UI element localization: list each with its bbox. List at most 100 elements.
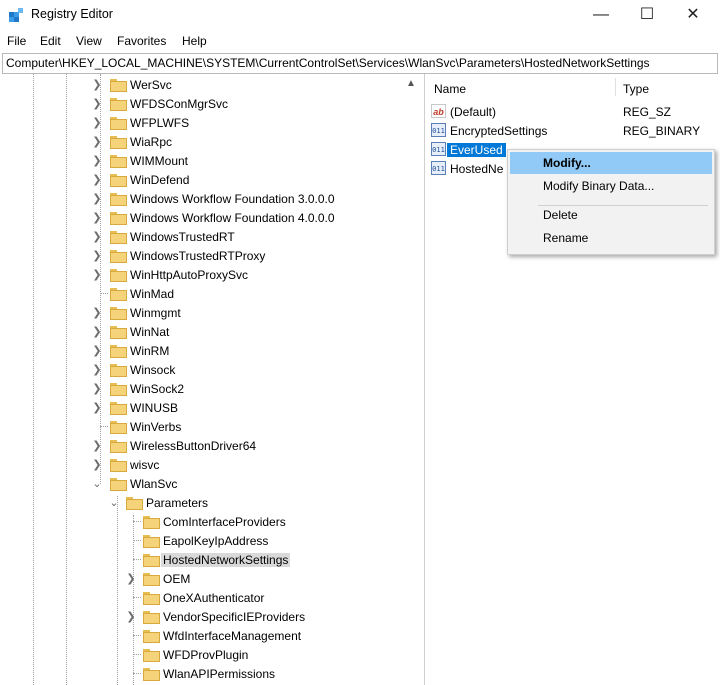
tree-node-label: WindowsTrustedRTProxy [130,249,266,263]
column-divider[interactable] [615,78,616,96]
menu-favorites[interactable]: Favorites [117,34,166,48]
chevron-right-icon[interactable]: ❯ [91,364,103,376]
tree-node[interactable]: ❯ WinNat [0,323,400,342]
chevron-right-icon[interactable]: ❯ [91,136,103,148]
tree-node[interactable]: ❯ Windows Workflow Foundation 4.0.0.0 [0,209,400,228]
tree-node[interactable]: ❯ Winsock [0,361,400,380]
chevron-right-icon[interactable]: ❯ [91,269,103,281]
chevron-right-icon[interactable]: ❯ [91,212,103,224]
value-row[interactable]: ab (Default) REG_SZ [431,103,716,121]
chevron-right-icon[interactable]: ❯ [125,573,137,585]
tree-node[interactable]: ComInterfaceProviders [0,513,400,532]
tree-node-selected[interactable]: HostedNetworkSettings [0,551,400,570]
tree-node[interactable]: ❯ OEM [0,570,400,589]
tree-node[interactable]: OneXAuthenticator [0,589,400,608]
chevron-right-icon[interactable]: ❯ [91,326,103,338]
folder-icon [110,212,127,225]
tree-node[interactable]: ❯ wisvc [0,456,400,475]
column-header-name[interactable]: Name [434,82,466,96]
tree-node[interactable]: WlanAPIPermissions [0,665,400,684]
folder-icon [110,117,127,130]
tree-node[interactable]: ❯ WFPLWFS [0,114,400,133]
tree-node-label: Windows Workflow Foundation 4.0.0.0 [130,211,335,225]
window-title: Registry Editor [31,7,113,21]
context-menu-modify[interactable]: Modify... [510,152,712,174]
tree-node[interactable]: ⌄ WlanSvc [0,475,400,494]
column-header-type[interactable]: Type [623,82,649,96]
menu-view[interactable]: View [76,34,102,48]
folder-icon [110,155,127,168]
address-bar[interactable]: Computer\HKEY_LOCAL_MACHINE\SYSTEM\Curre… [2,53,718,74]
value-row[interactable]: 011 EncryptedSettings REG_BINARY [431,122,716,140]
chevron-right-icon[interactable]: ❯ [125,611,137,623]
tree-node[interactable]: ❯ WindowsTrustedRTProxy [0,247,400,266]
tree-node-label: WerSvc [130,78,172,92]
tree-node-label: WinNat [130,325,170,339]
chevron-right-icon[interactable]: ❯ [91,459,103,471]
tree-node[interactable]: ❯ WinSock2 [0,380,400,399]
tree-node[interactable]: ❯ WerSvc [0,76,400,95]
tree-node[interactable]: ❯ WFDSConMgrSvc [0,95,400,114]
context-menu-modify-binary[interactable]: Modify Binary Data... [510,175,712,197]
context-menu-rename[interactable]: Rename [510,227,712,249]
chevron-right-icon[interactable]: ❯ [91,98,103,110]
tree-node[interactable]: WFDProvPlugin [0,646,400,665]
tree-node[interactable]: ❯ VendorSpecificIEProviders [0,608,400,627]
tree-node-label: WFDProvPlugin [163,648,249,662]
folder-icon [110,459,127,472]
chevron-right-icon[interactable]: ❯ [91,231,103,243]
tree-node[interactable]: ❯ WINUSB [0,399,400,418]
close-button[interactable]: ✕ [670,0,716,30]
tree-node[interactable]: ❯ WiaRpc [0,133,400,152]
chevron-right-icon[interactable]: ❯ [91,440,103,452]
chevron-right-icon[interactable]: ❯ [91,117,103,129]
chevron-down-icon[interactable]: ⌄ [108,497,120,509]
tree-node-label: WiaRpc [130,135,173,149]
key-tree: ❯ WerSvc ❯ WFDSConMgrSvc ❯ WFPLWFS ❯ WiaRpc … [0,74,425,685]
string-value-icon: ab [431,104,446,118]
tree-node-label: WlanSvc [130,477,178,491]
tree-node-label: OEM [163,572,191,586]
chevron-right-icon[interactable]: ❯ [91,155,103,167]
tree-node[interactable]: WinMad [0,285,400,304]
tree-node[interactable]: ❯ WinDefend [0,171,400,190]
chevron-right-icon[interactable]: ❯ [91,250,103,262]
folder-icon [110,307,127,320]
minimize-button[interactable]: — [578,0,624,30]
tree-node[interactable]: ❯ WinRM [0,342,400,361]
maximize-button[interactable]: ☐ [624,0,670,30]
tree-node[interactable]: ❯ Winmgmt [0,304,400,323]
tree-node-label: OneXAuthenticator [163,591,265,605]
menu-file[interactable]: File [7,34,26,48]
chevron-right-icon[interactable]: ❯ [91,345,103,357]
chevron-right-icon[interactable]: ❯ [91,383,103,395]
tree-node-label: Parameters [146,496,209,510]
tree-node[interactable]: EapolKeyIpAddress [0,532,400,551]
title-bar: Registry Editor — ☐ ✕ [0,0,720,30]
menu-help[interactable]: Help [182,34,207,48]
tree-node[interactable]: WfdInterfaceManagement [0,627,400,646]
chevron-right-icon[interactable]: ❯ [91,307,103,319]
chevron-right-icon[interactable]: ❯ [91,402,103,414]
binary-value-icon: 011 [431,123,446,137]
tree-node-label: WlanAPIPermissions [163,667,276,681]
tree-node[interactable]: ❯ WIMMount [0,152,400,171]
tree-node[interactable]: ❯ WindowsTrustedRT [0,228,400,247]
tree-node[interactable]: ❯ WinHttpAutoProxySvc [0,266,400,285]
tree-scrollbar[interactable]: ▲ [404,74,421,685]
tree-node[interactable]: ⌄ Parameters [0,494,400,513]
context-menu-delete[interactable]: Delete [510,204,712,226]
menu-edit[interactable]: Edit [40,34,61,48]
tree-node-label: WinRM [130,344,170,358]
tree-node[interactable]: ❯ WirelessButtonDriver64 [0,437,400,456]
folder-icon [110,79,127,92]
chevron-right-icon[interactable]: ❯ [91,174,103,186]
folder-icon [143,554,160,567]
chevron-right-icon[interactable]: ❯ [91,193,103,205]
tree-node-label: VendorSpecificIEProviders [163,610,306,624]
tree-node[interactable]: ❯ Windows Workflow Foundation 3.0.0.0 [0,190,400,209]
scroll-up-icon[interactable]: ▲ [406,78,416,89]
chevron-down-icon[interactable]: ⌄ [91,478,103,490]
chevron-right-icon[interactable]: ❯ [91,79,103,91]
tree-node[interactable]: WinVerbs [0,418,400,437]
